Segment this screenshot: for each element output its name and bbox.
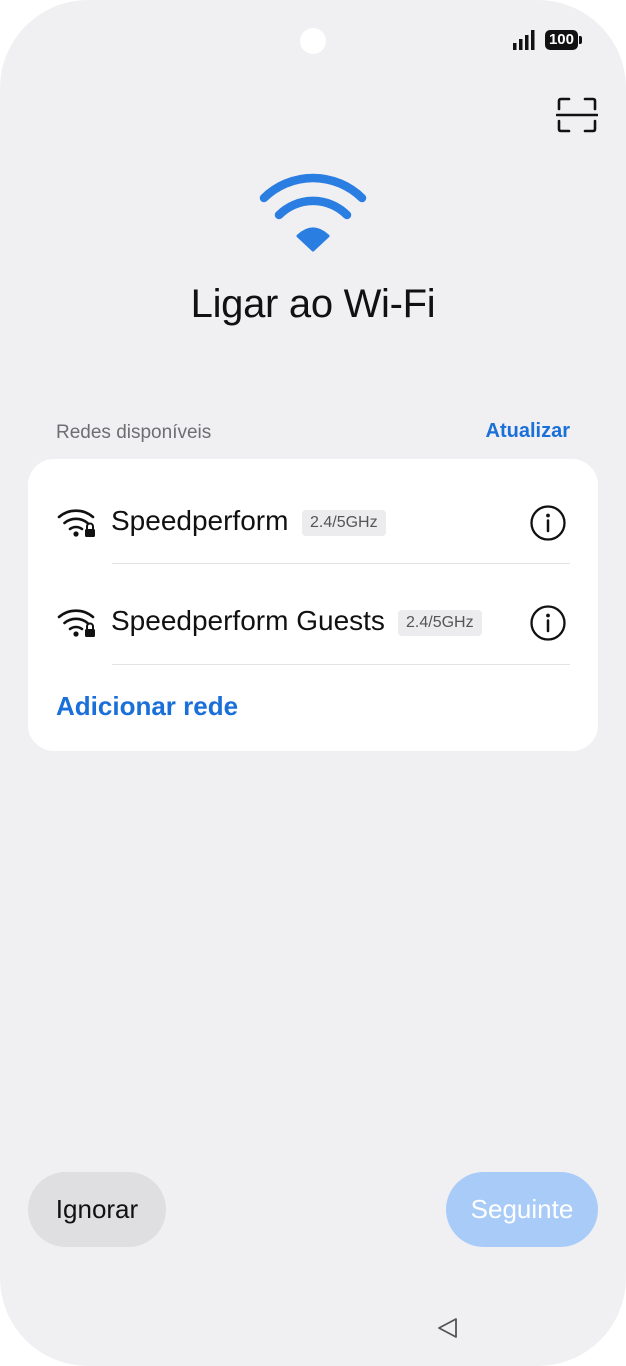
network-row-speedperform[interactable]: Speedperform 2.4/5GHz: [28, 467, 598, 567]
network-row-speedperform-guests[interactable]: Speedperform Guests 2.4/5GHz: [28, 567, 598, 667]
qr-scan-button[interactable]: [555, 96, 599, 134]
add-network-button[interactable]: Adicionar rede: [56, 691, 238, 722]
page-title: Ligar ao Wi-Fi: [190, 282, 436, 326]
network-name: Speedperform Guests: [111, 605, 385, 636]
divider: [112, 563, 570, 564]
qr-scan-icon: [555, 97, 599, 133]
divider: [112, 664, 570, 665]
network-info-button[interactable]: [530, 605, 566, 641]
info-icon: [530, 605, 566, 641]
nav-back-icon: [438, 1318, 457, 1338]
ignore-button[interactable]: Ignorar: [28, 1172, 166, 1247]
screen: 100 Ligar ao Wi-Fi Redes disponíveis Atu…: [0, 0, 626, 1366]
band-badge: 2.4/5GHz: [398, 610, 482, 636]
battery-indicator: 100: [544, 30, 583, 50]
camera-cutout: [300, 28, 326, 54]
network-name: Speedperform: [111, 505, 289, 536]
refresh-button[interactable]: Atualizar: [486, 420, 570, 443]
available-networks-label: Redes disponíveis: [56, 422, 212, 443]
next-button[interactable]: Seguinte: [446, 1172, 598, 1247]
status-bar: 100: [512, 30, 583, 50]
wifi-lock-icon: [57, 609, 95, 637]
info-icon: [530, 505, 566, 541]
nav-back-button[interactable]: [436, 1316, 460, 1340]
wifi-icon: [259, 173, 367, 252]
wifi-lock-icon: [57, 509, 95, 537]
network-info-button[interactable]: [530, 505, 566, 541]
signal-icon: [512, 30, 535, 50]
band-badge: 2.4/5GHz: [302, 510, 386, 536]
networks-card: Speedperform 2.4/5GHz Speedperform Guest…: [28, 459, 598, 751]
